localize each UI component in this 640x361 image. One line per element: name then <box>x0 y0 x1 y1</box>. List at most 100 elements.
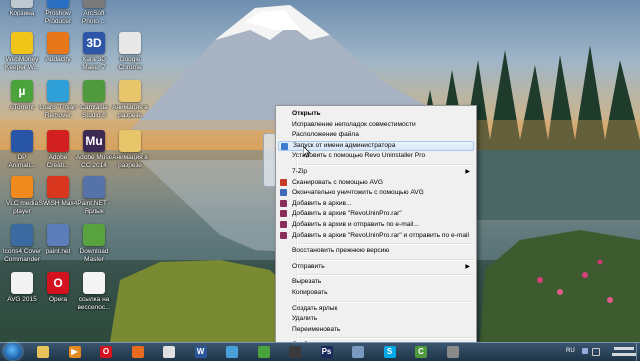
desktop-icon[interactable]: Camtasia Studio 8 <box>74 80 114 132</box>
menu-item[interactable]: Окончательно уничтожить с помощью AVG <box>278 188 474 198</box>
menu-item-label: Создать ярлык <box>292 304 338 312</box>
menu-separator <box>298 300 474 303</box>
language-indicator[interactable]: RU <box>566 348 575 354</box>
menu-item-label: Окончательно уничтожить с помощью AVG <box>292 189 424 197</box>
network-icon[interactable] <box>582 348 588 354</box>
menu-item-label: Переименовать <box>292 325 341 333</box>
menu-item-label: Добавить в архив... <box>292 199 352 207</box>
menu-item[interactable]: Добавить в архив и отправить по e-mail..… <box>278 220 474 230</box>
menu-item-label: Восстановить прежнюю версию <box>292 247 390 255</box>
start-button[interactable] <box>4 343 22 360</box>
menu-item-label: Вырезать <box>292 278 322 286</box>
camtasia-icon: C <box>415 345 427 358</box>
menu-item[interactable]: Удалить <box>278 314 474 324</box>
menu-item-label: Отправить <box>292 262 325 270</box>
menu-item-label: Установить с помощью Revo Uninstaller Pr… <box>292 152 426 160</box>
desktop-icon[interactable]: 3D Xara 3D Maker 7 <box>74 32 114 84</box>
desktop-icon[interactable]: Google Chrome <box>110 32 150 84</box>
taskbar-button-explorer[interactable] <box>30 344 56 359</box>
app-icon <box>47 80 69 102</box>
taskbar-button-app-11[interactable] <box>345 344 371 359</box>
desktop-icon[interactable]: VLC media player <box>2 176 42 228</box>
volume-icon[interactable] <box>592 348 600 356</box>
desktop-icon[interactable]: Loaris Trojan Remover <box>38 80 78 132</box>
menu-item[interactable]: Добавить в архив "RevoUninPro.rar" и отп… <box>278 231 474 241</box>
menu-item-label: Расположение файла <box>292 131 359 139</box>
chrome-icon <box>163 345 175 358</box>
desktop-icon[interactable]: Adobe Creati... <box>38 130 78 182</box>
taskbar-button-word[interactable]: W <box>188 344 214 359</box>
submenu-arrow-icon: ▶ <box>465 263 470 270</box>
menu-item[interactable]: Отправить ▶ <box>278 262 474 272</box>
menu-item-icon <box>280 221 287 228</box>
menu-item-label: Добавить в архив "RevoUninPro.rar" <box>292 210 402 218</box>
menu-separator <box>298 274 474 277</box>
app-icon <box>83 0 105 8</box>
app-icon <box>47 130 69 152</box>
desktop-icon-label: Paint.NET - Ярлык <box>77 200 111 215</box>
desktop-icon[interactable]: AVG 2015 <box>2 272 42 324</box>
desktop-icon[interactable]: paint.net <box>38 224 78 276</box>
taskbar-button-opera[interactable]: O <box>93 344 119 359</box>
menu-item[interactable]: Расположение файла <box>278 130 474 140</box>
desktop-icon-label: Loaris Trojan Remover <box>39 104 77 119</box>
desktop-icon[interactable]: Download Master <box>74 224 114 276</box>
menu-item[interactable]: Вырезать <box>278 277 474 287</box>
desktop-icon[interactable]: Icons4 Cover Commander <box>2 224 42 276</box>
taskbar-button-photos[interactable] <box>219 344 245 359</box>
firefox-icon <box>131 345 144 358</box>
desktop-icon[interactable]: Анимация в разрезе <box>110 130 150 182</box>
app-icon <box>11 32 33 54</box>
menu-item-label: Добавить в архив и отправить по e-mail..… <box>292 221 419 228</box>
menu-item[interactable]: Копировать <box>278 288 474 298</box>
media-player-icon: ▶ <box>68 345 81 358</box>
taskbar-button-chrome[interactable] <box>156 344 182 359</box>
desktop-icon[interactable]: DP Animati... <box>2 130 42 182</box>
menu-item[interactable]: Исправление неполадок совместимости <box>278 120 474 130</box>
system-tray: RU <box>560 343 640 361</box>
app-9-icon <box>289 345 301 358</box>
desktop-icon-label: Proshow Producer <box>44 10 72 25</box>
desktop-icon[interactable]: µ uTorrent <box>2 80 42 132</box>
menu-item[interactable]: 7-Zip ▶ <box>278 167 474 177</box>
desktop-icon[interactable]: Mu Adobe Muse CC 2014 <box>74 130 114 182</box>
taskbar-button-app-9[interactable] <box>282 344 308 359</box>
show-desktop-button[interactable] <box>636 343 640 361</box>
taskbar-button-app-14[interactable] <box>440 344 466 359</box>
menu-item[interactable]: Восстановить прежнюю версию <box>278 246 474 256</box>
desktop-icon[interactable]: SWiSH Max4 <box>38 176 78 228</box>
menu-item-label: Исправление неполадок совместимости <box>292 120 416 128</box>
desktop-icon[interactable]: Анимация в разрезе <box>110 80 150 132</box>
menu-item-icon <box>280 178 287 186</box>
desktop-icon[interactable]: Paint.NET - Ярлык <box>74 176 114 228</box>
taskbar-button-skype[interactable]: S <box>377 344 403 359</box>
menu-item-label: Добавить в архив "RevoUninPro.rar" и отп… <box>292 231 469 239</box>
desktop-icon[interactable]: WebMoney Keeper W... <box>2 32 42 84</box>
desktop-icon[interactable]: Audacity <box>38 32 78 84</box>
clock[interactable] <box>612 345 636 356</box>
desktop-icon[interactable]: ссылка на весселос... <box>74 272 114 324</box>
menu-item[interactable]: Открыть <box>278 109 474 119</box>
app-icon <box>83 272 105 294</box>
menu-item[interactable]: Добавить в архив... <box>278 199 474 209</box>
menu-item[interactable]: Создать ярлык <box>278 304 474 314</box>
taskbar-button-media-player[interactable]: ▶ <box>62 344 88 359</box>
desktop-icon-label: paint.net <box>45 248 71 255</box>
desktop-icon-label: Icons4 Cover Commander <box>2 248 42 263</box>
taskbar-button-photoshop[interactable]: Ps <box>314 344 340 359</box>
desktop-icon-label: AVG 2015 <box>7 296 37 303</box>
menu-item[interactable]: Переименовать <box>278 325 474 335</box>
taskbar-button-camtasia[interactable]: C <box>408 344 434 359</box>
desktop-icon-label: Camtasia Studio 8 <box>80 104 108 119</box>
desktop-icon[interactable]: O Opera <box>38 272 78 324</box>
app-icon <box>11 272 33 294</box>
app-icon <box>11 0 33 8</box>
menu-item[interactable]: Добавить в архив "RevoUninPro.rar" <box>278 209 474 219</box>
taskbar-button-firefox[interactable] <box>125 344 151 359</box>
app-icon <box>119 130 141 152</box>
desktop-icon-label: Opera <box>48 296 68 303</box>
app-icon <box>11 224 33 246</box>
app-icon <box>11 176 33 198</box>
taskbar-button-app-8[interactable] <box>251 344 277 359</box>
menu-item[interactable]: Сканировать с помощью AVG <box>278 178 474 188</box>
